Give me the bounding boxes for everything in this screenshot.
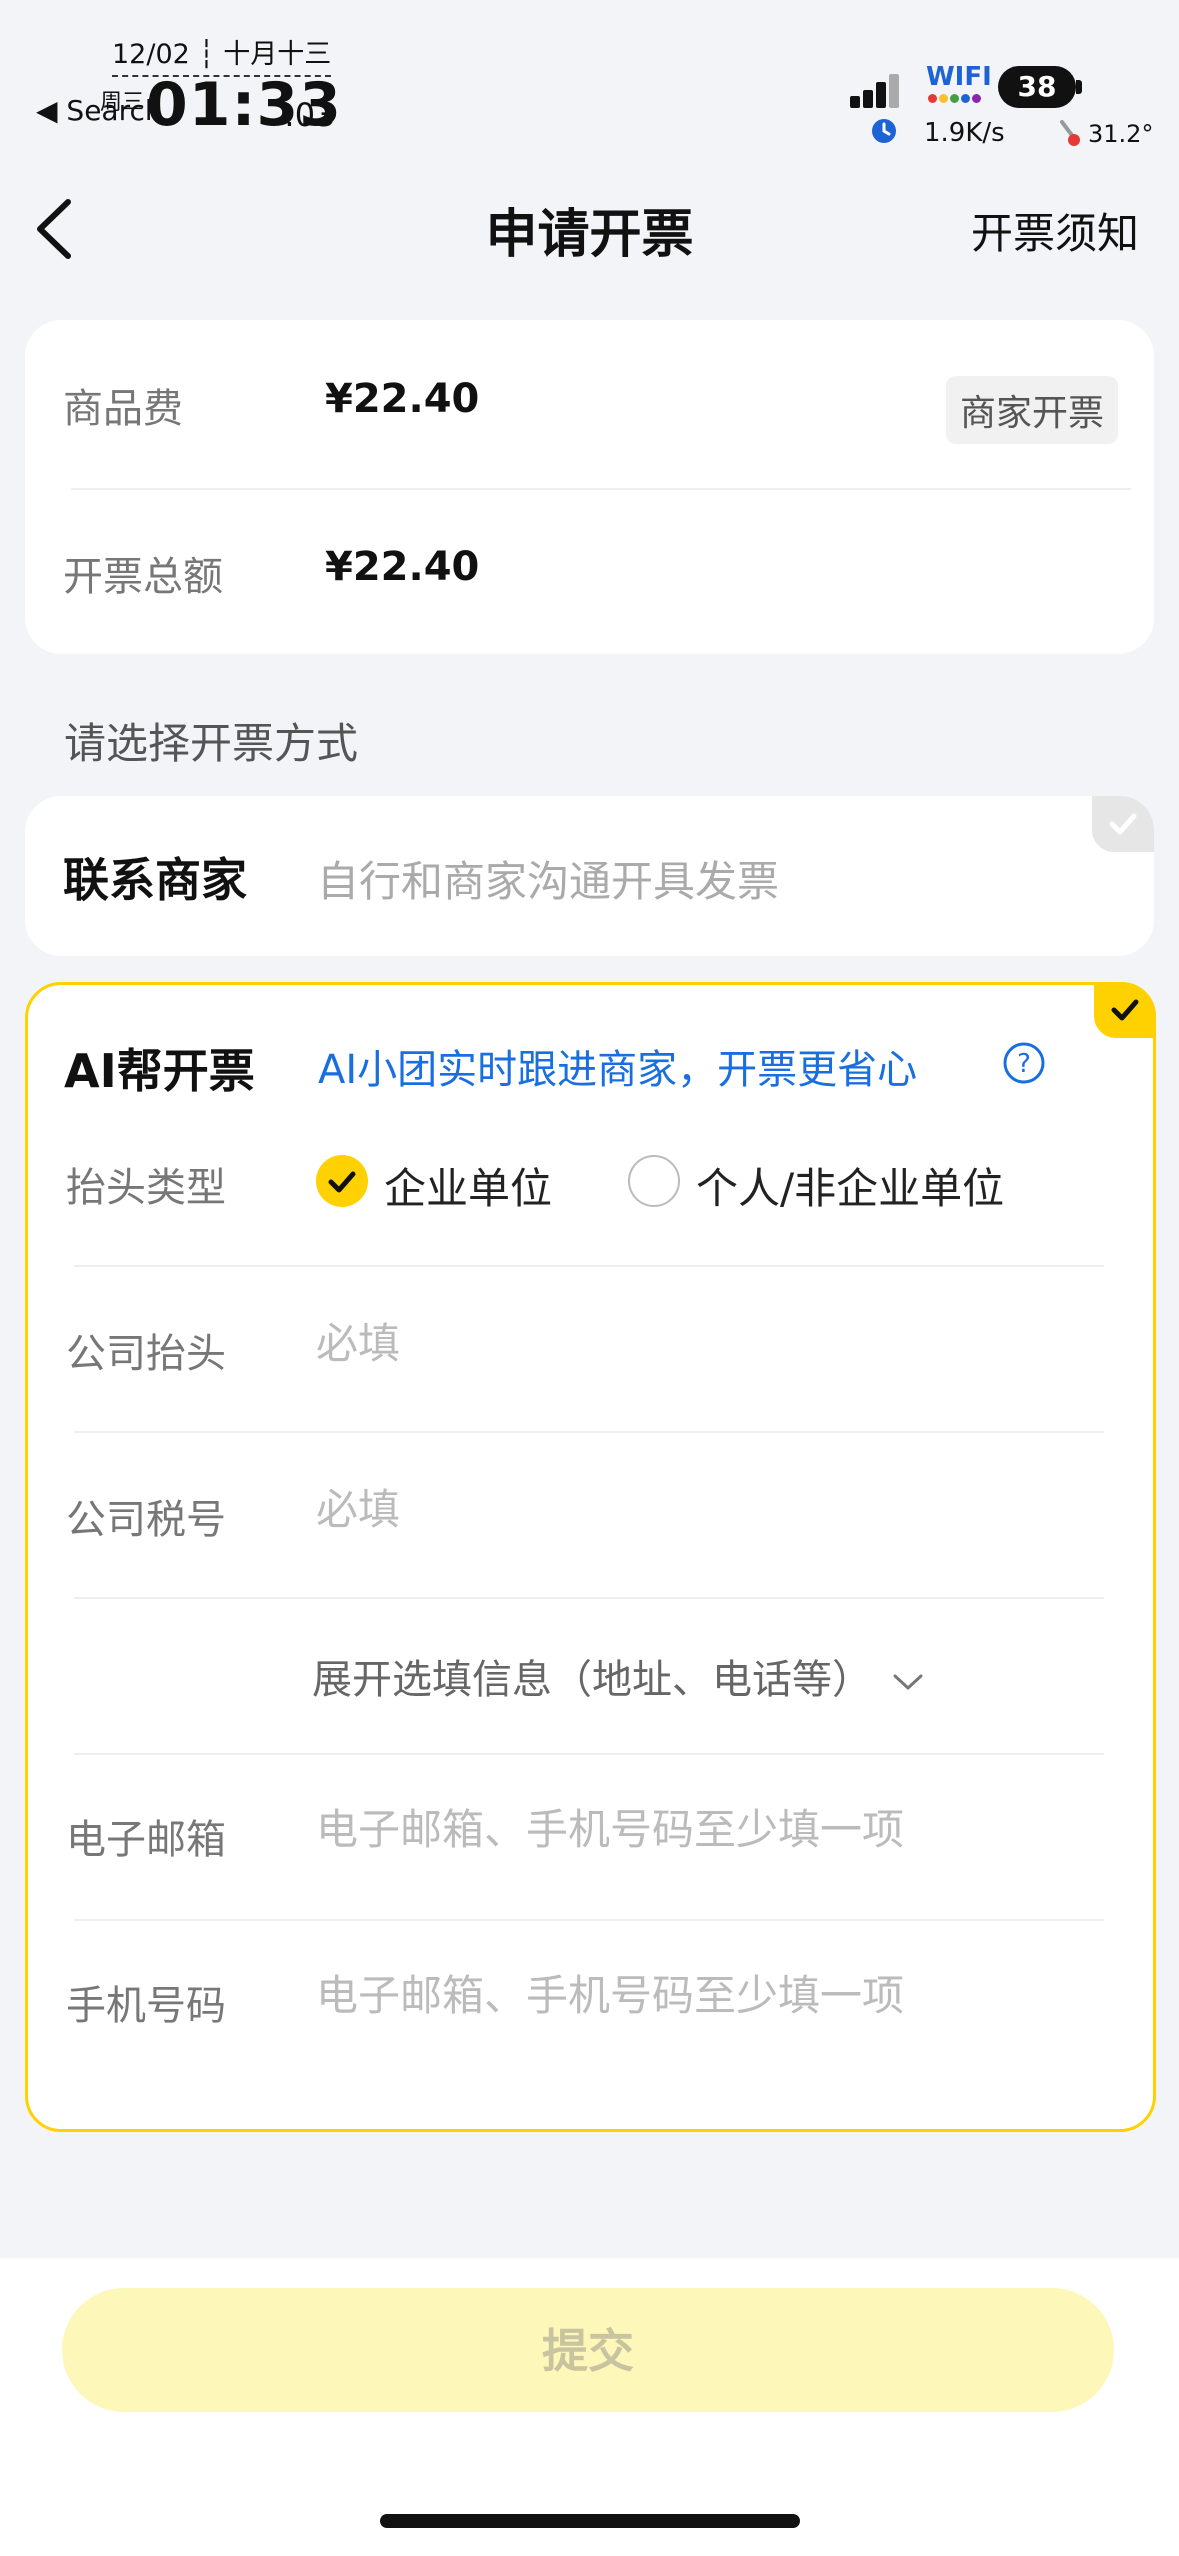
email-label: 电子邮箱 — [66, 1817, 226, 1863]
selected-check-icon — [1094, 982, 1156, 1038]
expand-label: 展开选填信息（地址、电话等） — [312, 1657, 872, 1703]
radio-personal-label[interactable]: 个人/非企业单位 — [696, 1155, 1004, 1216]
total-value: ¥22.40 — [325, 544, 480, 590]
goods-fee-label: 商品费 — [63, 386, 183, 432]
divider — [74, 1265, 1104, 1267]
submit-button[interactable]: 提交 — [62, 2288, 1114, 2412]
divider — [74, 1919, 1104, 1921]
header-type-label: 抬头类型 — [66, 1165, 226, 1211]
wifi-label: WIFI — [926, 62, 992, 92]
radio-check-icon — [328, 1171, 356, 1193]
option-contact-desc: 自行和商家沟通开具发票 — [317, 857, 780, 906]
phone-input[interactable] — [316, 1971, 1036, 2020]
expand-optional-info[interactable]: 展开选填信息（地址、电话等） — [312, 1647, 925, 1705]
phone-label: 手机号码 — [66, 1983, 226, 2029]
tax-id-input[interactable] — [316, 1485, 1036, 1534]
section-title: 请选择开票方式 — [64, 719, 359, 768]
thermometer-icon — [1060, 120, 1080, 146]
home-indicator[interactable] — [380, 2514, 800, 2528]
divider — [74, 1431, 1104, 1433]
total-label: 开票总额 — [63, 554, 223, 600]
option-contact-title: 联系商家 — [63, 853, 247, 907]
radio-personal[interactable] — [628, 1155, 680, 1207]
divider — [74, 1753, 1104, 1755]
tax-id-label: 公司税号 — [66, 1497, 226, 1543]
wifi-strength-icon — [928, 94, 981, 103]
help-icon[interactable]: ? — [1002, 1041, 1046, 1085]
battery-icon: 38 — [998, 66, 1076, 108]
invoice-notice-link[interactable]: 开票须知 — [971, 200, 1139, 261]
status-weekday: 周三 — [100, 90, 145, 115]
company-title-label: 公司抬头 — [66, 1331, 226, 1377]
battery-tip — [1076, 80, 1082, 94]
radio-company-label[interactable]: 企业单位 — [384, 1155, 552, 1216]
signal-icon — [850, 74, 899, 108]
option-ai-invoice[interactable]: AI帮开票 AI小团实时跟进商家，开票更省心 ? 抬头类型 企业单位 个人/非企… — [25, 982, 1156, 2132]
divider — [74, 1597, 1104, 1599]
radio-company[interactable] — [316, 1155, 368, 1207]
company-title-input[interactable] — [316, 1319, 1036, 1368]
temperature: 31.2° — [1088, 120, 1154, 148]
chevron-down-icon — [893, 1674, 923, 1690]
fee-summary-card: 商品费 ¥22.40 商家开票 开票总额 ¥22.40 — [25, 320, 1154, 654]
divider — [71, 488, 1131, 490]
option-contact-merchant[interactable]: 联系商家 自行和商家沟通开具发票 — [25, 796, 1154, 956]
goods-fee-value: ¥22.40 — [325, 376, 480, 422]
email-input[interactable] — [316, 1805, 1036, 1854]
status-seconds: :03 — [284, 96, 336, 134]
option-ai-title: AI帮开票 — [64, 1044, 255, 1098]
option-ai-desc: AI小团实时跟进商家，开票更省心 — [318, 1047, 918, 1093]
merchant-invoice-badge: 商家开票 — [945, 376, 1118, 444]
svg-text:?: ? — [1017, 1049, 1031, 1079]
unselected-check-icon — [1092, 796, 1154, 852]
network-speed: 1.9K/s — [924, 118, 1005, 148]
alarm-icon — [872, 119, 896, 143]
